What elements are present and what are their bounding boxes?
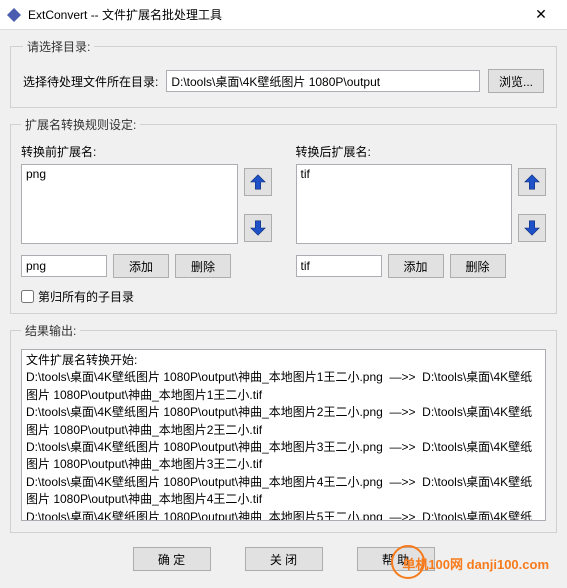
directory-group: 请选择目录: 选择待处理文件所在目录: 浏览... — [10, 38, 557, 108]
output-textarea[interactable] — [21, 349, 546, 521]
after-column: 转换后扩展名: tif 添加 — [296, 143, 547, 278]
after-ext-input[interactable] — [296, 255, 382, 277]
output-group: 结果输出: — [10, 322, 557, 533]
footer: 确 定 关 闭 帮 助 单机100网 danji100.com — [10, 541, 557, 573]
list-item[interactable]: tif — [301, 167, 508, 181]
titlebar[interactable]: ExtConvert -- 文件扩展名批处理工具 ✕ — [0, 0, 567, 30]
rule-legend: 扩展名转换规则设定: — [21, 116, 140, 133]
directory-legend: 请选择目录: — [23, 38, 94, 55]
before-ext-list[interactable]: png — [21, 164, 238, 244]
recurse-checkbox[interactable] — [21, 290, 34, 303]
before-move-down-button[interactable] — [244, 214, 272, 242]
close-icon: ✕ — [535, 6, 547, 23]
close-button[interactable]: ✕ — [521, 1, 561, 29]
before-label: 转换前扩展名: — [21, 143, 272, 160]
before-ext-input[interactable] — [21, 255, 107, 277]
list-item[interactable]: png — [26, 167, 233, 181]
before-delete-button[interactable]: 删除 — [175, 254, 231, 278]
close-dialog-button[interactable]: 关 闭 — [245, 547, 323, 571]
arrow-down-icon — [523, 219, 541, 237]
before-add-button[interactable]: 添加 — [113, 254, 169, 278]
arrow-up-icon — [249, 173, 267, 191]
after-delete-button[interactable]: 删除 — [450, 254, 506, 278]
arrow-up-icon — [523, 173, 541, 191]
help-button[interactable]: 帮 助 — [357, 547, 435, 571]
after-label: 转换后扩展名: — [296, 143, 547, 160]
before-move-up-button[interactable] — [244, 168, 272, 196]
directory-input[interactable] — [166, 70, 480, 92]
app-icon — [6, 7, 22, 23]
rule-group: 扩展名转换规则设定: 转换前扩展名: png — [10, 116, 557, 314]
before-column: 转换前扩展名: png 添加 — [21, 143, 272, 278]
after-add-button[interactable]: 添加 — [388, 254, 444, 278]
ok-button[interactable]: 确 定 — [133, 547, 211, 571]
after-ext-list[interactable]: tif — [296, 164, 513, 244]
browse-button[interactable]: 浏览... — [488, 69, 544, 93]
output-legend: 结果输出: — [21, 322, 80, 339]
recurse-label: 第归所有的子目录 — [38, 288, 134, 305]
arrow-down-icon — [249, 219, 267, 237]
after-move-down-button[interactable] — [518, 214, 546, 242]
window-title: ExtConvert -- 文件扩展名批处理工具 — [28, 6, 521, 23]
after-move-up-button[interactable] — [518, 168, 546, 196]
directory-label: 选择待处理文件所在目录: — [23, 73, 158, 90]
